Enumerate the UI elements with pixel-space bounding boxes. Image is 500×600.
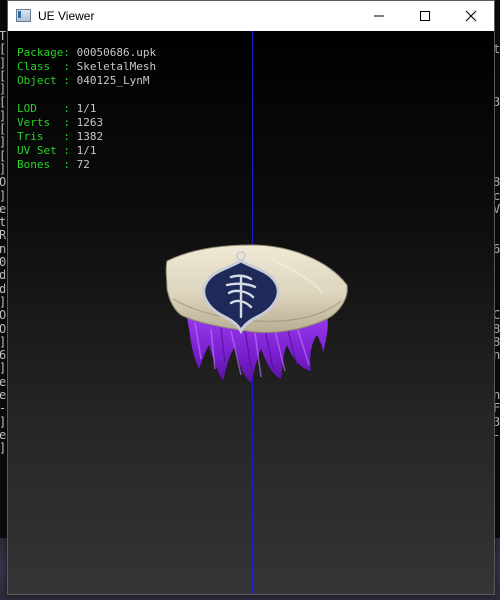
- info-row-uvset: UV Set : 1/1: [17, 144, 97, 157]
- 3d-viewport[interactable]: Package: 00050686.upk Class : SkeletalMe…: [8, 31, 494, 594]
- close-icon: [465, 10, 477, 22]
- title-bar[interactable]: UE Viewer: [8, 1, 494, 31]
- minimize-button[interactable]: [356, 1, 402, 31]
- close-button[interactable]: [448, 1, 494, 31]
- info-row-package: Package: 00050686.upk: [17, 46, 157, 59]
- maximize-button[interactable]: [402, 1, 448, 31]
- maximize-icon: [420, 11, 430, 21]
- app-icon: [16, 9, 31, 22]
- info-row-verts: Verts : 1263: [17, 116, 104, 129]
- info-row-bones: Bones : 72: [17, 158, 90, 171]
- info-row-lod: LOD : 1/1: [17, 102, 97, 115]
- info-row-class: Class : SkeletalMesh: [17, 60, 157, 73]
- minimize-icon: [374, 15, 384, 17]
- window-title: UE Viewer: [38, 9, 95, 23]
- ue-viewer-window: UE Viewer Package: 00050686.upk Class : …: [7, 0, 495, 595]
- mesh-info-overlay: Package: 00050686.upk Class : SkeletalMe…: [17, 46, 156, 172]
- skeletal-mesh-model: [165, 244, 348, 383]
- info-row-object: Object : 040125_LynM: [17, 74, 150, 87]
- info-row-tris: Tris : 1382: [17, 130, 104, 143]
